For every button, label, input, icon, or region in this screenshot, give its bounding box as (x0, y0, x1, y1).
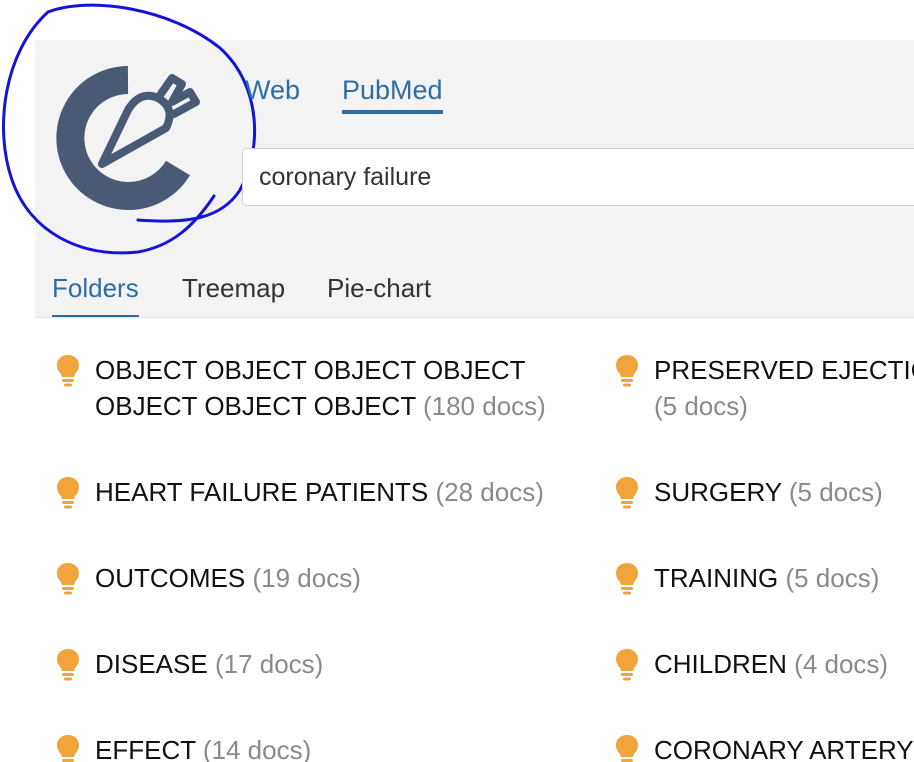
tab-pie-chart[interactable]: Pie-chart (327, 268, 431, 308)
tab-folders[interactable]: Folders (52, 268, 139, 317)
folder-item[interactable]: DISEASE (17 docs) (56, 646, 576, 682)
folder-label: PRESERVED EJECTIO (654, 355, 914, 385)
lightbulb-icon (616, 355, 638, 387)
folder-item[interactable]: CHILDREN (4 docs) (615, 646, 914, 682)
lightbulb-icon (57, 649, 79, 681)
folder-label: CHILDREN (654, 649, 787, 679)
folder-count: (5 docs) (785, 563, 880, 593)
folder-count: (5 docs) (788, 477, 883, 507)
folder-label: SURGERY (654, 477, 782, 507)
lightbulb-icon (616, 563, 638, 595)
lightbulb-icon (57, 355, 79, 387)
folder-item[interactable]: TRAINING (5 docs) (615, 560, 914, 596)
view-tabs: Folders Treemap Pie-chart (52, 268, 914, 320)
folder-label: CORONARY ARTERY (654, 735, 914, 762)
folder-label: OUTCOMES (95, 563, 246, 593)
folder-label: TRAINING (654, 563, 779, 593)
folder-item[interactable]: SURGERY (5 docs) (615, 474, 914, 510)
folder-item[interactable]: CORONARY ARTERY (615, 732, 914, 762)
folder-count: (180 docs) (422, 391, 546, 421)
lightbulb-icon (57, 477, 79, 509)
tab-web[interactable]: Web (245, 74, 300, 112)
lightbulb-icon (57, 735, 79, 762)
folder-item[interactable]: HEART FAILURE PATIENTS (28 docs) (56, 474, 576, 510)
folder-count: (14 docs) (202, 735, 312, 762)
folder-item[interactable]: OBJECT OBJECT OBJECT OBJECT OBJECT OBJEC… (56, 352, 576, 424)
folder-label: DISEASE (95, 649, 208, 679)
folder-label: HEART FAILURE PATIENTS (95, 477, 429, 507)
tab-pubmed[interactable]: PubMed (342, 74, 443, 114)
folder-label: EFFECT (95, 735, 196, 762)
folder-item[interactable]: PRESERVED EJECTIO (5 docs) (615, 352, 914, 424)
lightbulb-icon (616, 735, 638, 762)
folder-count: (28 docs) (435, 477, 544, 507)
search-input[interactable] (242, 148, 914, 206)
folder-item[interactable]: EFFECT (14 docs) (56, 732, 576, 762)
tab-treemap[interactable]: Treemap (182, 268, 285, 308)
folder-item[interactable]: OUTCOMES (19 docs) (56, 560, 576, 596)
app-logo-icon[interactable] (48, 58, 208, 218)
lightbulb-icon (57, 563, 79, 595)
lightbulb-icon (616, 649, 638, 681)
folder-count: (19 docs) (252, 563, 361, 593)
folder-count: (4 docs) (794, 649, 889, 679)
folder-count: (17 docs) (214, 649, 324, 679)
lightbulb-icon (616, 477, 638, 509)
folder-count: (5 docs) (654, 391, 748, 421)
